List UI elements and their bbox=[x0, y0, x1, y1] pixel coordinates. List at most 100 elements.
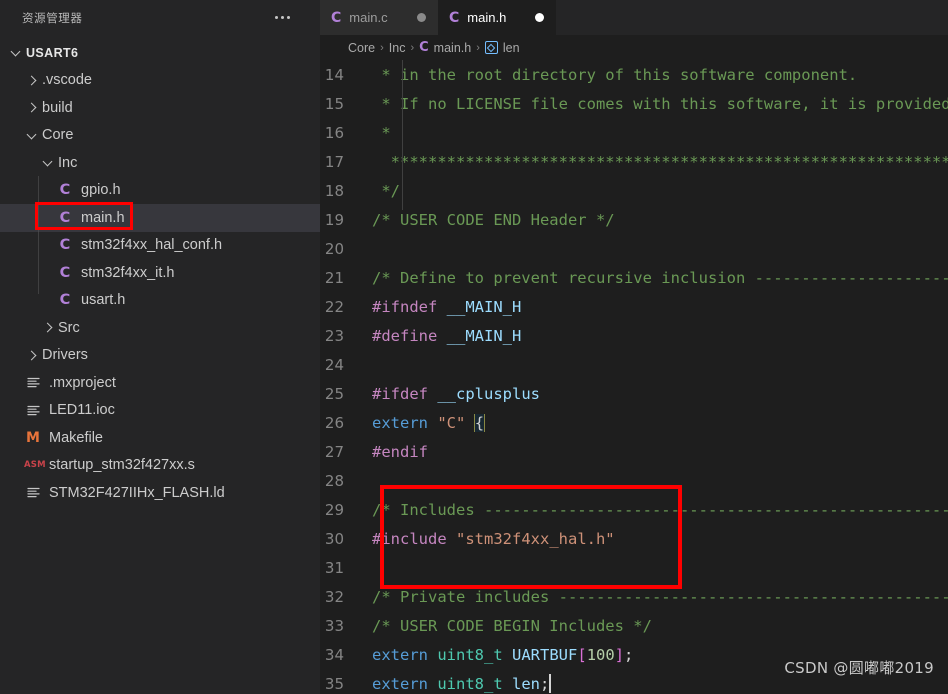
code-text[interactable]: #include "stm32f4xx_hal.h" bbox=[368, 530, 948, 548]
tree-item-label: gpio.h bbox=[81, 182, 121, 199]
chevron-down-icon[interactable] bbox=[24, 127, 40, 143]
chevron-right-icon[interactable] bbox=[24, 347, 40, 363]
code-token: #define bbox=[372, 326, 438, 345]
code-text[interactable]: * bbox=[368, 124, 948, 142]
code-text[interactable]: #ifndef __MAIN_H bbox=[368, 298, 948, 316]
code-token: */ bbox=[372, 181, 400, 200]
code-indent-guide bbox=[402, 60, 403, 210]
text-cursor bbox=[549, 674, 552, 693]
code-token: * If no LICENSE file comes with this sof… bbox=[381, 94, 948, 113]
code-line[interactable]: 32 /* Private includes ------------------… bbox=[320, 582, 948, 611]
tree-item-led11-ioc[interactable]: LED11.ioc bbox=[0, 397, 320, 425]
chevron-down-icon[interactable] bbox=[40, 155, 56, 171]
c-file-icon: C bbox=[419, 40, 429, 55]
code-text[interactable]: /* USER CODE BEGIN Includes */ bbox=[368, 617, 948, 635]
code-line[interactable]: 31 bbox=[320, 553, 948, 582]
code-text[interactable]: */ bbox=[368, 182, 948, 200]
code-line[interactable]: 14 * in the root directory of this softw… bbox=[320, 60, 948, 89]
code-text[interactable]: * in the root directory of this software… bbox=[368, 66, 948, 84]
tab-label: main.c bbox=[349, 10, 388, 25]
line-number: 24 bbox=[324, 355, 344, 374]
code-line[interactable]: 20 bbox=[320, 234, 948, 263]
breadcrumb-item-Inc[interactable]: Inc bbox=[389, 41, 406, 55]
variable-symbol-icon bbox=[484, 41, 498, 54]
code-line[interactable]: 22 #ifndef __MAIN_H bbox=[320, 292, 948, 321]
code-line[interactable]: 18 */ bbox=[320, 176, 948, 205]
c-file-icon: C bbox=[449, 9, 460, 26]
code-line[interactable]: 30 #include "stm32f4xx_hal.h" bbox=[320, 524, 948, 553]
editor-tab-main-c[interactable]: Cmain.c bbox=[320, 0, 438, 35]
code-line[interactable]: 27 #endif bbox=[320, 437, 948, 466]
tab-dirty-indicator[interactable] bbox=[535, 13, 544, 22]
code-text[interactable]: extern "C" { bbox=[368, 413, 948, 432]
tree-item-build[interactable]: build bbox=[0, 94, 320, 122]
code-token: [ bbox=[577, 645, 587, 664]
code-token: { bbox=[473, 413, 486, 432]
tree-item-drivers[interactable]: Drivers bbox=[0, 342, 320, 370]
code-line[interactable]: 19 /* USER CODE END Header */ bbox=[320, 205, 948, 234]
c-file-icon: C bbox=[59, 292, 71, 309]
breadcrumb-item-len[interactable]: len bbox=[484, 40, 520, 55]
text-file-icon bbox=[24, 377, 42, 388]
tree-item-usart-h[interactable]: Cusart.h bbox=[0, 287, 320, 315]
code-token: /* USER CODE BEGIN Includes */ bbox=[372, 616, 652, 635]
breadcrumb-item-main-h[interactable]: Cmain.h bbox=[419, 40, 471, 55]
code-text[interactable]: * If no LICENSE file comes with this sof… bbox=[368, 95, 948, 113]
tree-item--vscode[interactable]: .vscode bbox=[0, 67, 320, 95]
tree-item-stm32f4xx-it-h[interactable]: Cstm32f4xx_it.h bbox=[0, 259, 320, 287]
code-text[interactable]: /* Includes ----------------------------… bbox=[368, 501, 948, 519]
editor-tab-main-h[interactable]: Cmain.h bbox=[438, 0, 556, 35]
c-file-icon: C bbox=[59, 264, 71, 281]
chevron-down-icon[interactable] bbox=[8, 45, 24, 61]
tree-item--mxproject[interactable]: .mxproject bbox=[0, 369, 320, 397]
tree-item-startup-stm32f427xx-s[interactable]: ASM startup_stm32f427xx.s bbox=[0, 452, 320, 480]
code-line[interactable]: 23 #define __MAIN_H bbox=[320, 321, 948, 350]
line-number: 30 bbox=[324, 529, 344, 548]
tree-item-stm32f427iihx-flash-ld[interactable]: STM32F427IIHx_FLASH.ld bbox=[0, 479, 320, 507]
breadcrumb-item-Core[interactable]: Core bbox=[348, 41, 375, 55]
code-line[interactable]: 26 extern "C" { bbox=[320, 408, 948, 437]
code-line[interactable]: 15 * If no LICENSE file comes with this … bbox=[320, 89, 948, 118]
code-line[interactable]: 33 /* USER CODE BEGIN Includes */ bbox=[320, 611, 948, 640]
code-line[interactable]: 17 *************************************… bbox=[320, 147, 948, 176]
code-line[interactable]: 28 bbox=[320, 466, 948, 495]
chevron-right-icon[interactable] bbox=[24, 72, 40, 88]
line-number: 34 bbox=[324, 645, 344, 664]
line-number: 15 bbox=[324, 94, 344, 113]
tree-item-stm32f4xx-hal-conf-h[interactable]: Cstm32f4xx_hal_conf.h bbox=[0, 232, 320, 260]
tab-dirty-indicator[interactable] bbox=[417, 13, 426, 22]
code-editor[interactable]: 14 * in the root directory of this softw… bbox=[320, 60, 948, 694]
tree-item-inc[interactable]: Inc bbox=[0, 149, 320, 177]
code-token: "stm32f4xx_hal.h" bbox=[456, 529, 615, 548]
line-number: 25 bbox=[324, 384, 344, 403]
more-actions-icon[interactable] bbox=[275, 16, 308, 19]
code-text[interactable]: /* USER CODE END Header */ bbox=[368, 211, 948, 229]
tree-item-main-h[interactable]: Cmain.h bbox=[0, 204, 320, 232]
code-text[interactable]: #define __MAIN_H bbox=[368, 327, 948, 345]
tree-item-gpio-h[interactable]: Cgpio.h bbox=[0, 177, 320, 205]
code-lines[interactable]: 14 * in the root directory of this softw… bbox=[320, 60, 948, 694]
tree-item-label: .mxproject bbox=[49, 374, 116, 391]
chevron-right-icon[interactable] bbox=[40, 320, 56, 336]
tree-item-core[interactable]: Core bbox=[0, 122, 320, 150]
code-text[interactable]: /* Private includes --------------------… bbox=[368, 588, 948, 606]
code-text[interactable]: #ifdef __cplusplus bbox=[368, 385, 948, 403]
tree-item-label: STM32F427IIHx_FLASH.ld bbox=[49, 484, 225, 501]
editor-tab-bar: Cmain.c Cmain.h bbox=[320, 0, 948, 35]
chevron-right-icon[interactable] bbox=[24, 100, 40, 116]
code-line[interactable]: 24 bbox=[320, 350, 948, 379]
tree-item-makefile[interactable]: M Makefile bbox=[0, 424, 320, 452]
breadcrumb-label: len bbox=[502, 40, 520, 55]
code-text[interactable]: #endif bbox=[368, 443, 948, 461]
code-line[interactable]: 29 /* Includes --------------------------… bbox=[320, 495, 948, 524]
code-line[interactable]: 16 * bbox=[320, 118, 948, 147]
code-text[interactable]: ****************************************… bbox=[368, 153, 948, 171]
code-line[interactable]: 21 /* Define to prevent recursive inclusi… bbox=[320, 263, 948, 292]
code-text[interactable]: /* Define to prevent recursive inclusion… bbox=[368, 269, 948, 287]
code-token: extern bbox=[372, 413, 428, 432]
code-line[interactable]: 25 #ifdef __cplusplus bbox=[320, 379, 948, 408]
tree-item-usart6[interactable]: USART6 bbox=[0, 39, 320, 67]
tree-item-src[interactable]: Src bbox=[0, 314, 320, 342]
